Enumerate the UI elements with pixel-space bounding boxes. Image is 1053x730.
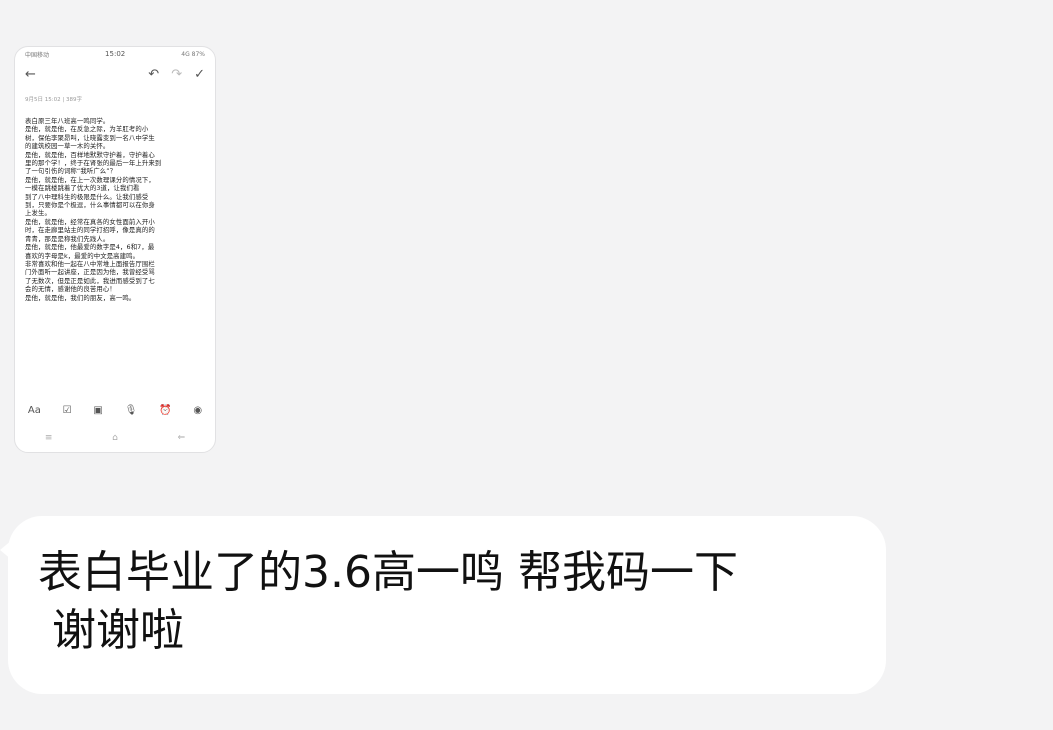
note-line: 上发生。 — [25, 209, 51, 218]
carrier-label: 中国移动 — [25, 51, 50, 59]
more-icon: ◉ — [193, 405, 203, 416]
image-icon: ▣ — [93, 405, 103, 416]
note-line: 会的无情，感谢他的良苦用心！ — [25, 285, 116, 294]
check-icon: ✓ — [194, 66, 205, 82]
note-line: 到了八中理科生的极限是什么。让我们感受 — [25, 192, 149, 201]
note-editor-tools: Aa ☑ ▣ 🎙 ⏰ ◉ — [15, 405, 215, 416]
note-line: 是他，就是他，在上一次数理课分的情况下， — [25, 175, 155, 184]
note-line: 喜欢的字母是k，最爱的中文是高建鸣。 — [25, 251, 140, 260]
home-icon: ⌂ — [112, 433, 118, 443]
note-line: 一模在跳楼跳着了优大的3道，让我们看 — [25, 184, 140, 193]
note-line: 的建筑校园一草一木的关怀。 — [25, 142, 110, 151]
note-body: 表白原三年八班高一鸣同学。 是他，就是他，在反急之际，为羊肛考的小 树，保佑李聚… — [15, 109, 215, 302]
text-format-icon: Aa — [27, 405, 41, 416]
back-icon: ⇐ — [177, 433, 186, 443]
screenshot-image-message[interactable]: 中国移动 15:02 4G 87% ← ↶ ↷ ✓ 9月5日 15:02 | 3… — [14, 46, 216, 453]
alarm-icon: ⏰ — [159, 405, 172, 416]
note-line: 了无数次，但是正是如此，我进而感受到了七 — [25, 276, 155, 285]
message-line-2: 谢谢啦 — [52, 605, 184, 656]
note-line: 是他，就是他，我们的朋友，高一鸣。 — [25, 293, 136, 302]
note-line: 青青，那是是称我们先践人。 — [25, 234, 110, 243]
note-line: 是他，就是他，他最爱的数字是4，6和7，最 — [25, 243, 155, 252]
note-line: 是他，就是他，百样地默默守护着，守护着心 — [25, 150, 155, 159]
back-arrow-icon: ← — [25, 66, 36, 82]
chat-view: 中国移动 15:02 4G 87% ← ↶ ↷ ✓ 9月5日 15:02 | 3… — [0, 0, 1053, 730]
menu-icon: ≡ — [44, 433, 53, 443]
status-time: 15:02 — [105, 50, 126, 58]
message-line-1: 表白毕业了的3.6高一鸣 帮我码一下 — [38, 547, 738, 598]
text-message-bubble[interactable]: 表白毕业了的3.6高一鸣 帮我码一下 谢谢啦 — [8, 516, 886, 694]
thumbnail-status-bar: 中国移动 15:02 4G 87% — [15, 47, 215, 61]
thumbnail-nav-bar: ≡ ⌂ ⇐ — [15, 433, 215, 443]
note-line: 时，在走廊里站主的同学打招呼，像是真的的 — [25, 226, 155, 235]
note-toolbar: ← ↶ ↷ ✓ — [15, 61, 215, 87]
checklist-icon: ☑ — [62, 405, 72, 416]
note-line: 树，保佑李聚昂叫，让晓露变到一名八中学生 — [25, 133, 155, 142]
microphone-icon: 🎙 — [124, 405, 138, 416]
battery-label: 4G 87% — [181, 50, 205, 58]
undo-icon: ↶ — [148, 66, 160, 82]
note-line: 了一句引伤的词称“我听广么”？ — [25, 167, 117, 176]
note-meta: 9月5日 15:02 | 389字 — [25, 97, 82, 103]
note-line: 到，只要你是个极逗，什么事情都可以在你身 — [25, 201, 155, 210]
note-line: 是他，就是他，在反急之际，为羊肛考的小 — [25, 125, 149, 134]
note-line: 门外面听一起讲座，正是因为他，我曾经受骂 — [25, 268, 155, 277]
redo-icon: ↷ — [171, 66, 183, 82]
